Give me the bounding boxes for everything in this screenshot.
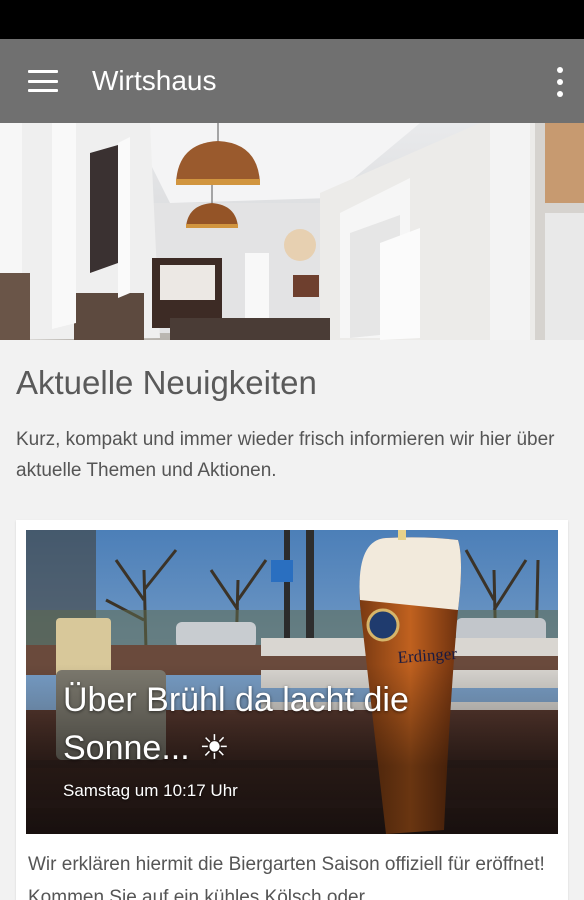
news-card-image[interactable]: Erdinger Über Brühl da lacht die Sonne..…: [26, 530, 558, 834]
hero-image-restaurant-interior: [0, 123, 584, 340]
app-title: Wirtshaus: [92, 65, 217, 96]
section-title: Aktuelle Neuigkeiten: [16, 364, 317, 401]
app-bar: Wirtshaus: [0, 39, 584, 123]
news-card-text: Wir erklären hiermit die Biergarten Sais…: [28, 854, 545, 900]
news-card-date: Samstag um 10:17 Uhr: [63, 781, 238, 800]
navigation-drawer-button[interactable]: [0, 39, 86, 123]
hero-illustration: [0, 123, 584, 340]
news-card-title[interactable]: Über Brühl da lacht die Sonne... ☀: [63, 676, 483, 772]
status-bar: [0, 0, 584, 39]
news-section: Aktuelle Neuigkeiten Kurz, kompakt und i…: [0, 340, 584, 486]
section-intro: Kurz, kompakt und immer wieder frisch in…: [16, 429, 555, 481]
hamburger-menu-icon: [28, 70, 58, 92]
news-card[interactable]: Erdinger Über Brühl da lacht die Sonne..…: [16, 520, 568, 900]
more-vert-icon[interactable]: [552, 67, 568, 97]
